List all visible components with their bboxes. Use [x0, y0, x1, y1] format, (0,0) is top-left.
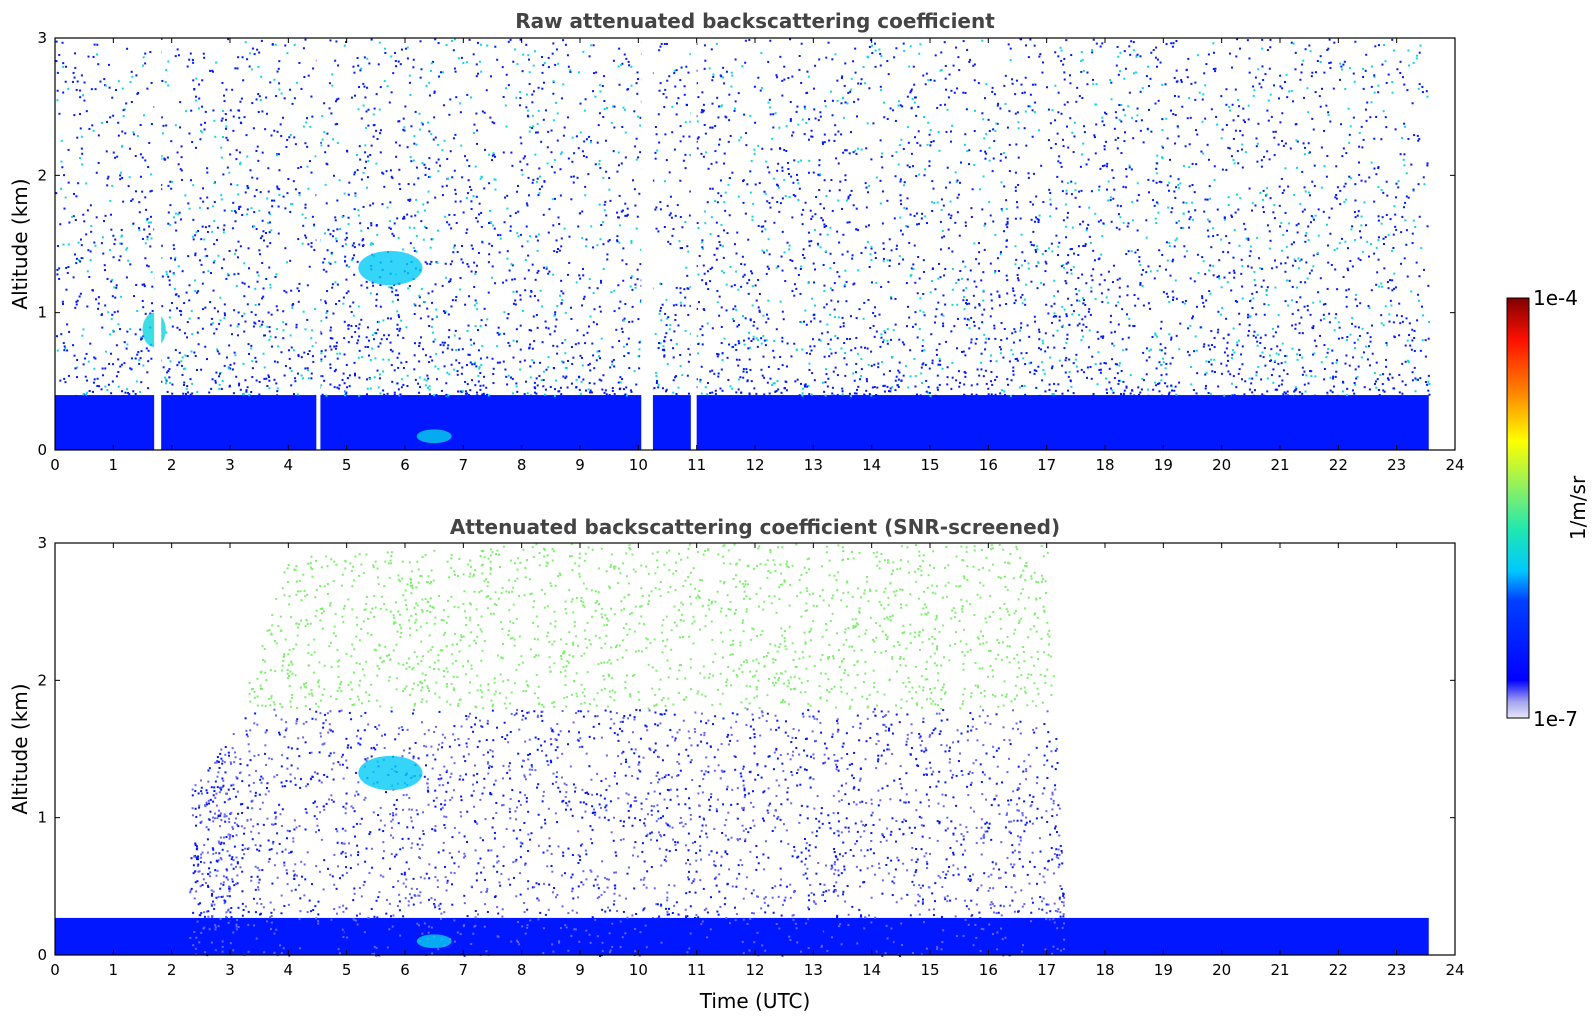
y-tick-label: 2 — [37, 671, 47, 689]
x-axis-label: Time (UTC) — [699, 989, 811, 1013]
x-tick-label: 15 — [920, 961, 939, 979]
x-tick-label: 10 — [629, 961, 648, 979]
x-tick-label: 17 — [1037, 961, 1056, 979]
noise-speckles — [55, 38, 1431, 398]
x-tick-label: 8 — [517, 961, 527, 979]
colorbar-max-label: 1e-4 — [1533, 286, 1578, 310]
x-tick-label: 4 — [284, 456, 294, 474]
x-tick-label: 5 — [342, 961, 352, 979]
colorbar-gradient — [1506, 297, 1530, 719]
x-tick-label: 12 — [745, 961, 764, 979]
x-tick-label: 0 — [50, 961, 60, 979]
x-tick-label: 3 — [225, 456, 235, 474]
x-tick-label: 0 — [50, 456, 60, 474]
x-tick-label: 23 — [1387, 961, 1406, 979]
bottom-panel-y-label: Altitude (km) — [8, 683, 32, 814]
y-tick-label: 0 — [37, 946, 47, 964]
aerosol-feature — [416, 934, 452, 949]
x-tick-label: 20 — [1212, 961, 1231, 979]
x-tick-label: 10 — [629, 456, 648, 474]
ground-layer — [55, 917, 1429, 955]
x-tick-label: 12 — [745, 456, 764, 474]
x-tick-label: 11 — [687, 456, 706, 474]
x-tick-label: 24 — [1445, 961, 1464, 979]
top-panel-heatmap — [55, 38, 1431, 450]
cloud-feature — [142, 312, 166, 348]
x-tick-label: 6 — [400, 456, 410, 474]
x-tick-label: 17 — [1037, 456, 1056, 474]
y-tick-label: 3 — [37, 534, 47, 552]
aerosol-feature — [358, 250, 423, 286]
x-tick-label: 19 — [1154, 456, 1173, 474]
x-tick-label: 24 — [1445, 456, 1464, 474]
top-panel-y-label: Altitude (km) — [8, 178, 32, 309]
x-tick-label: 2 — [167, 961, 177, 979]
y-tick-label: 3 — [37, 29, 47, 47]
x-tick-label: 23 — [1387, 456, 1406, 474]
y-tick-label: 0 — [37, 441, 47, 459]
x-tick-label: 21 — [1270, 456, 1289, 474]
x-tick-label: 20 — [1212, 456, 1231, 474]
screened-region — [55, 543, 1429, 955]
top-panel: Raw attenuated backscattering coefficien… — [8, 9, 1465, 474]
colorbar-min-label: 1e-7 — [1533, 707, 1578, 731]
aerosol-feature — [358, 755, 423, 791]
ground-layer — [55, 395, 1429, 450]
colorbar-unit-label: 1/m/sr — [1566, 475, 1590, 540]
x-tick-label: 2 — [167, 456, 177, 474]
x-tick-label: 1 — [109, 961, 119, 979]
bottom-panel: Attenuated backscattering coefficient (S… — [8, 515, 1465, 1013]
x-tick-label: 19 — [1154, 961, 1173, 979]
x-tick-label: 18 — [1095, 456, 1114, 474]
x-tick-label: 1 — [109, 456, 119, 474]
colorbar: 1e-4 1e-7 1/m/sr — [1506, 286, 1590, 731]
x-tick-label: 11 — [687, 961, 706, 979]
x-tick-label: 7 — [459, 961, 469, 979]
x-tick-label: 3 — [225, 961, 235, 979]
y-tick-label: 2 — [37, 166, 47, 184]
no-data-gap — [154, 38, 162, 450]
bottom-panel-heatmap — [55, 543, 1429, 957]
x-tick-label: 14 — [862, 961, 881, 979]
x-tick-label: 7 — [459, 456, 469, 474]
x-tick-label: 9 — [575, 456, 585, 474]
y-tick-label: 1 — [37, 809, 47, 827]
x-tick-label: 14 — [862, 456, 881, 474]
x-tick-label: 13 — [804, 961, 823, 979]
x-tick-label: 5 — [342, 456, 352, 474]
x-tick-label: 21 — [1270, 961, 1289, 979]
x-tick-label: 8 — [517, 456, 527, 474]
no-data-gap — [641, 38, 653, 450]
figure: Raw attenuated backscattering coefficien… — [8, 9, 1590, 1013]
x-tick-label: 18 — [1095, 961, 1114, 979]
no-data-gap — [690, 38, 697, 450]
x-tick-label: 22 — [1329, 961, 1348, 979]
bottom-panel-title: Attenuated backscattering coefficient (S… — [450, 515, 1060, 539]
x-tick-label: 6 — [400, 961, 410, 979]
y-tick-label: 1 — [37, 304, 47, 322]
x-tick-label: 15 — [920, 456, 939, 474]
x-tick-label: 16 — [979, 961, 998, 979]
x-tick-label: 22 — [1329, 456, 1348, 474]
x-tick-label: 9 — [575, 961, 585, 979]
no-data-gap — [316, 38, 321, 450]
x-tick-label: 16 — [979, 456, 998, 474]
x-tick-label: 13 — [804, 456, 823, 474]
aerosol-feature — [416, 429, 452, 444]
x-tick-label: 4 — [284, 961, 294, 979]
top-panel-title: Raw attenuated backscattering coefficien… — [515, 9, 995, 33]
